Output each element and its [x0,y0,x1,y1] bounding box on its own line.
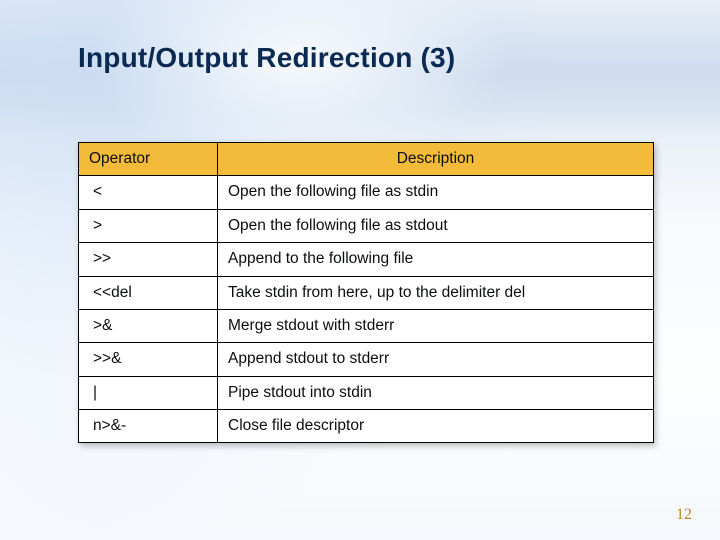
table-header-row: Operator Description [79,143,654,176]
description-cell: Close file descriptor [218,410,654,443]
operator-cell: >>& [79,343,218,376]
col-header-operator: Operator [79,143,218,176]
slide: Input/Output Redirection (3) Operator De… [0,0,720,540]
table-row: <<del Take stdin from here, up to the de… [79,276,654,309]
operator-cell: < [79,176,218,209]
table-row: < Open the following file as stdin [79,176,654,209]
operator-cell: | [79,376,218,409]
description-cell: Open the following file as stdin [218,176,654,209]
operator-cell: <<del [79,276,218,309]
table-row: >& Merge stdout with stderr [79,309,654,342]
slide-title: Input/Output Redirection (3) [78,42,660,74]
table-row: n>&- Close file descriptor [79,410,654,443]
page-number: 12 [676,506,692,524]
redirection-table-container: Operator Description < Open the followin… [78,142,654,443]
description-cell: Take stdin from here, up to the delimite… [218,276,654,309]
table-row: >>& Append stdout to stderr [79,343,654,376]
description-cell: Append to the following file [218,243,654,276]
description-cell: Merge stdout with stderr [218,309,654,342]
operator-cell: >> [79,243,218,276]
redirection-table: Operator Description < Open the followin… [78,142,654,443]
table-row: | Pipe stdout into stdin [79,376,654,409]
col-header-description: Description [218,143,654,176]
description-cell: Append stdout to stderr [218,343,654,376]
table-row: > Open the following file as stdout [79,209,654,242]
description-cell: Open the following file as stdout [218,209,654,242]
operator-cell: n>&- [79,410,218,443]
table-row: >> Append to the following file [79,243,654,276]
operator-cell: >& [79,309,218,342]
operator-cell: > [79,209,218,242]
description-cell: Pipe stdout into stdin [218,376,654,409]
